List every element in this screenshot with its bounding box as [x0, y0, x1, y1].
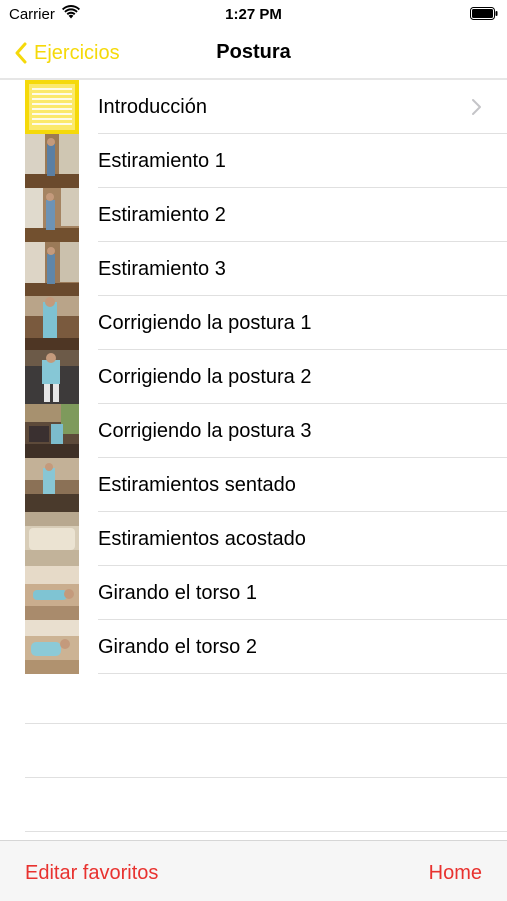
list-item-corrigiendo-postura-2[interactable]: Corrigiendo la postura 2 [0, 350, 507, 404]
list-item-estiramiento-2[interactable]: Estiramiento 2 [0, 188, 507, 242]
status-bar: Carrier 1:27 PM [0, 0, 507, 30]
thumbnail-photo [25, 296, 79, 350]
bottom-toolbar: Editar favoritos Home [0, 840, 507, 901]
chevron-right-icon [472, 99, 481, 115]
exercise-list: Introducción Estiramiento 1 Estiramiento… [0, 80, 507, 674]
list-item-label: Estiramientos acostado [98, 528, 306, 550]
clock-time: 1:27 PM [225, 6, 282, 23]
navigation-bar: Ejercicios Postura [0, 30, 507, 78]
list-item-girando-torso-1[interactable]: Girando el torso 1 [0, 566, 507, 620]
thumbnail-photo [25, 134, 79, 188]
list-item-label: Corrigiendo la postura 3 [98, 420, 312, 442]
list-item-introduccion[interactable]: Introducción [0, 80, 507, 134]
list-item-label: Girando el torso 2 [98, 636, 257, 658]
list-item-label: Estiramiento 2 [98, 204, 226, 226]
thumbnail-photo [25, 188, 79, 242]
list-item-label: Girando el torso 1 [98, 582, 257, 604]
row-separator [98, 673, 507, 674]
list-item-label: Estiramiento 1 [98, 150, 226, 172]
list-item-estiramientos-sentado[interactable]: Estiramientos sentado [0, 458, 507, 512]
thumbnail-photo [25, 350, 79, 404]
thumbnail-intro [25, 80, 79, 134]
thumbnail-photo [25, 620, 79, 674]
empty-row-separator [25, 777, 507, 778]
list-item-girando-torso-2[interactable]: Girando el torso 2 [0, 620, 507, 674]
thumbnail-photo [25, 404, 79, 458]
list-item-estiramiento-3[interactable]: Estiramiento 3 [0, 242, 507, 296]
list-item-corrigiendo-postura-1[interactable]: Corrigiendo la postura 1 [0, 296, 507, 350]
list-item-label: Introducción [98, 96, 207, 118]
list-item-estiramientos-acostado[interactable]: Estiramientos acostado [0, 512, 507, 566]
list-item-label: Corrigiendo la postura 2 [98, 366, 312, 388]
empty-row-separator [25, 831, 507, 832]
thumbnail-photo [25, 566, 79, 620]
list-item-label: Estiramientos sentado [98, 474, 296, 496]
list-item-label: Corrigiendo la postura 1 [98, 312, 312, 334]
thumbnail-photo [25, 512, 79, 566]
empty-row-separator [25, 723, 507, 724]
battery-icon [470, 7, 498, 20]
edit-favorites-button[interactable]: Editar favoritos [25, 862, 158, 885]
list-item-label: Estiramiento 3 [98, 258, 226, 280]
page-title: Postura [216, 41, 291, 63]
thumbnail-photo [25, 458, 79, 512]
list-item-corrigiendo-postura-3[interactable]: Corrigiendo la postura 3 [0, 404, 507, 458]
home-button[interactable]: Home [429, 862, 482, 885]
list-item-estiramiento-1[interactable]: Estiramiento 1 [0, 134, 507, 188]
thumbnail-photo [25, 242, 79, 296]
